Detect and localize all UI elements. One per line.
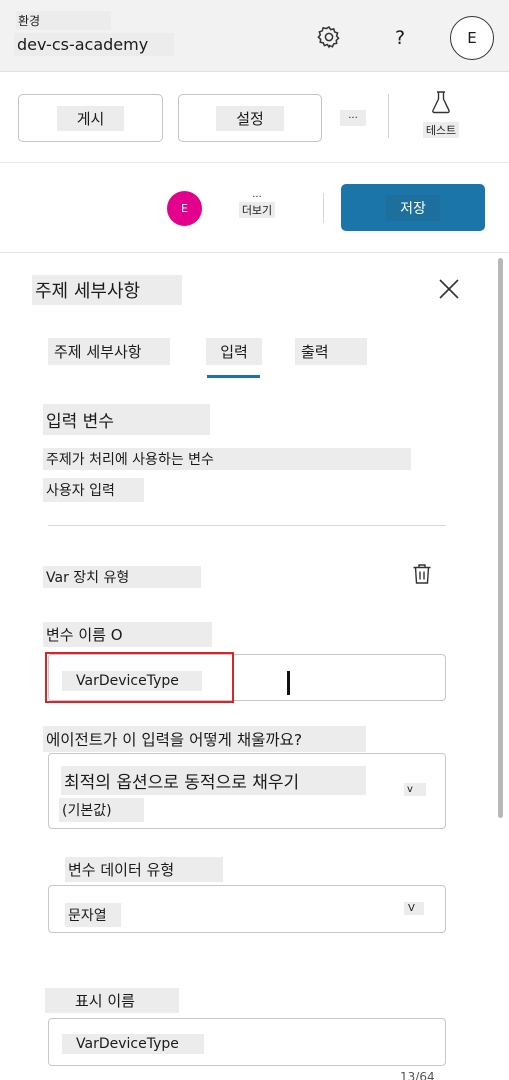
fill-method-value: 최적의 옵션으로 동적으로 채우기 [61,766,366,795]
user-avatar[interactable]: E [450,16,494,60]
fill-method-default-tag: (기본값) [59,798,144,822]
test-button-label: 테스트 [422,122,460,138]
panel-title: 주제 세부사항 [32,275,182,305]
tab-input[interactable]: 입력 [206,338,262,365]
active-tab-indicator [207,375,260,378]
section-divider [48,525,446,526]
more-dots-icon: ... [252,189,262,200]
close-icon[interactable] [432,272,466,306]
more-button[interactable]: ... 더보기 [236,188,278,232]
more-button-label: 더보기 [238,202,276,218]
panel-scrollbar[interactable] [498,258,503,818]
gear-icon[interactable] [314,22,344,52]
settings-button[interactable]: 설정 [178,94,322,142]
display-name-value: VarDeviceType [62,1034,204,1054]
action-bar-divider-line [0,252,509,253]
chevron-down-icon[interactable]: V [404,902,424,915]
save-button-label: 저장 [386,194,440,221]
variable-name-label: 변수 이름 O [43,622,212,647]
toolbar-divider-line [0,162,509,163]
toolbar-more-button[interactable]: ... [340,110,366,126]
trash-icon[interactable] [408,560,436,588]
data-type-value: 문자열 [65,903,121,927]
tab-output[interactable]: 출력 [295,338,367,365]
variable-title: Var 장치 유형 [43,566,201,588]
save-divider [323,193,324,223]
character-counter: 13/64 [400,1070,435,1080]
data-type-label: 변수 데이터 유형 [65,857,223,882]
save-button[interactable]: 저장 [341,184,485,231]
user-input-label: 사용자 입력 [43,478,144,502]
environment-name[interactable]: dev-cs-academy [14,33,174,56]
environment-label: 환경 [16,11,111,30]
section-title: 입력 변수 [43,404,210,435]
help-icon[interactable]: ? [386,24,414,52]
test-button[interactable]: 테스트 [415,90,467,146]
publish-button-label: 게시 [56,105,125,131]
settings-button-label: 설정 [216,105,284,131]
section-description: 주제가 처리에 사용하는 변수 [43,448,411,470]
fill-method-label: 에이전트가 이 입력을 어떻게 채울까요? [43,726,366,752]
variable-name-value: VarDeviceType [62,671,202,691]
tab-topic-details[interactable]: 주제 세부사항 [48,338,170,365]
display-name-label: 표시 이름 [45,988,179,1013]
text-cursor-icon [277,668,299,698]
publish-button[interactable]: 게시 [18,94,163,142]
flask-icon [430,90,452,118]
chevron-down-icon[interactable]: v [404,783,426,796]
editor-avatar: E [167,191,202,226]
toolbar-divider [388,94,389,138]
